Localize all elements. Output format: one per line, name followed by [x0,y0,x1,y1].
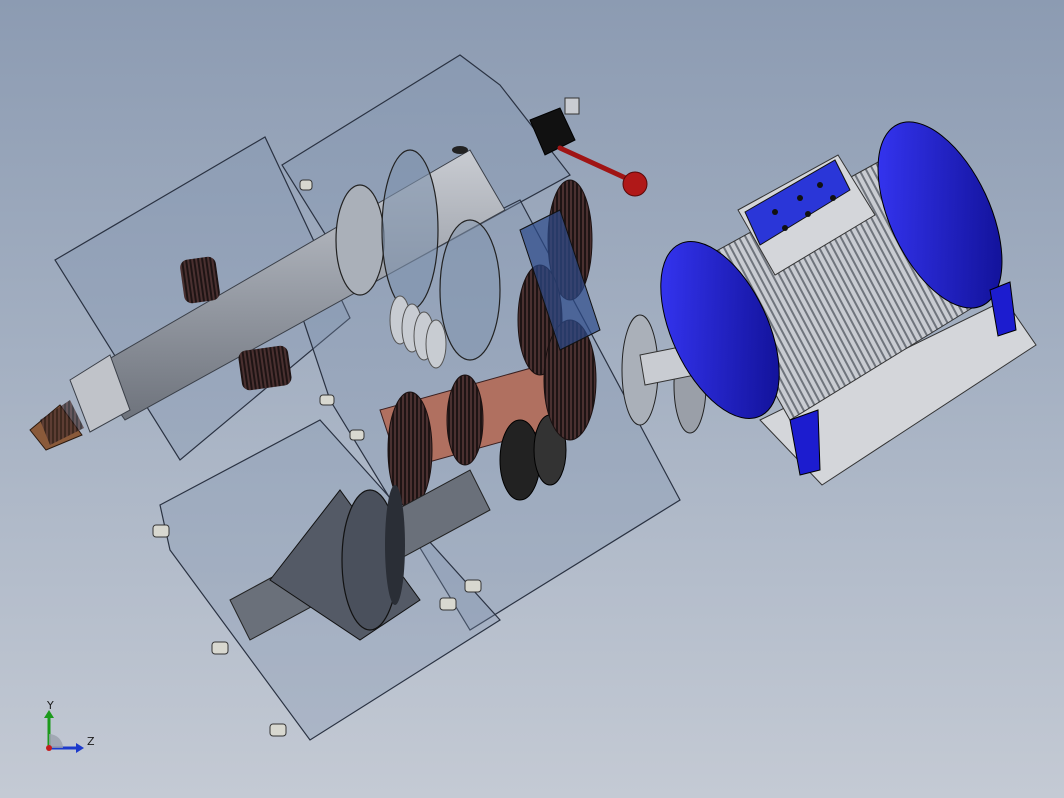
origin-dot [46,745,52,751]
axis-triad: Y Z [44,700,95,753]
gear-3[interactable] [499,419,541,501]
graphics-viewport[interactable]: Y Z [0,0,1064,798]
drill-chuck[interactable] [29,400,84,451]
cad-model-view[interactable] [0,0,1064,798]
gear-2[interactable] [446,374,484,466]
z-axis-label: Z [87,735,95,748]
y-axis-label: Y [46,700,54,712]
lever-ball[interactable] [622,171,648,197]
